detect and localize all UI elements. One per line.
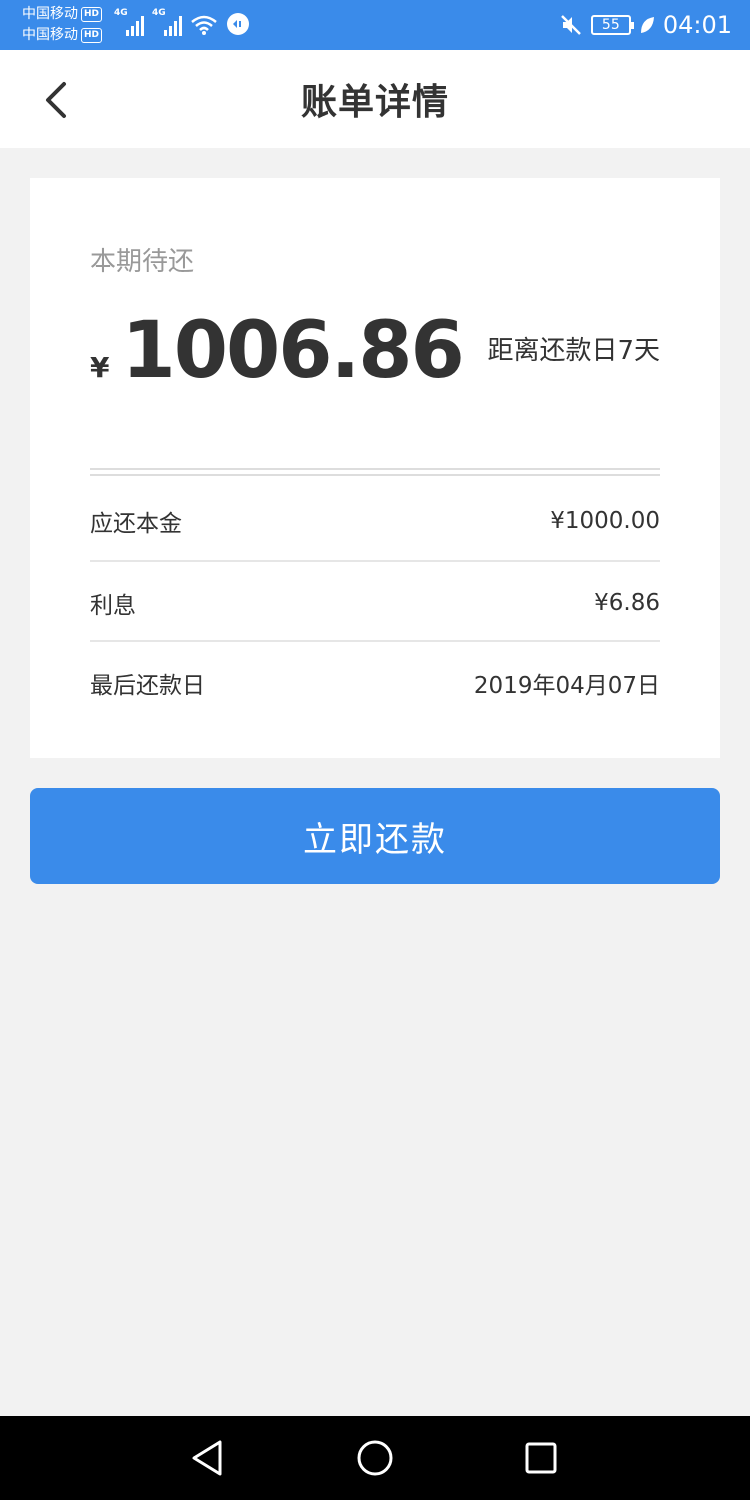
interest-label: 利息 (90, 593, 136, 619)
back-arrow-icon[interactable] (38, 78, 78, 122)
principal-label: 应还本金 (90, 511, 182, 537)
carrier-row-2: 中国移动 HD (22, 25, 103, 46)
network-type: 4G (152, 8, 166, 18)
due-date-label: 最后还款日 (90, 673, 205, 699)
status-bar: 中国移动 HD 中国移动 HD 4G 4G 55 04:01 (0, 0, 750, 50)
vpn-icon (227, 13, 249, 35)
bill-card: 本期待还 ¥ 1006.86 距离还款日7天 应还本金 ¥1000.00 利息 … (30, 178, 720, 758)
currency-symbol: ¥ (90, 351, 110, 384)
hd-badge: HD (81, 28, 103, 43)
signal-icon: 4G (114, 8, 144, 36)
interest-row: 利息 ¥6.86 (90, 563, 660, 643)
pay-now-button[interactable]: 立即还款 (30, 788, 720, 884)
clock: 04:01 (662, 11, 732, 39)
due-label: 本期待还 (90, 247, 195, 277)
interest-value: ¥6.86 (594, 590, 660, 616)
due-date-value: 2019年04月07日 (473, 673, 660, 699)
principal-row: 应还本金 ¥1000.00 (90, 481, 660, 561)
hd-badge: HD (81, 7, 103, 22)
back-triangle-icon[interactable] (186, 1436, 230, 1480)
divider (90, 468, 660, 476)
due-date-row: 最后还款日 2019年04月07日 (90, 643, 660, 723)
network-type: 4G (114, 8, 128, 18)
carrier-row-1: 中国移动 HD (22, 4, 103, 25)
battery-icon: 55 (590, 15, 634, 35)
page-title: 账单详情 (300, 82, 449, 123)
recents-square-icon[interactable] (519, 1436, 563, 1480)
signal-icon: 4G (152, 8, 182, 36)
navigation-bar (0, 1416, 750, 1500)
carrier-name: 中国移动 (22, 27, 78, 43)
status-icons-right: 55 04:01 (559, 10, 732, 40)
carrier-name: 中国移动 (22, 6, 78, 22)
amount-display: ¥ 1006.86 (90, 306, 465, 396)
principal-value: ¥1000.00 (550, 508, 660, 534)
home-circle-icon[interactable] (353, 1436, 397, 1480)
wifi-icon (191, 15, 217, 35)
leaf-icon (640, 17, 654, 33)
days-left: 距离还款日7天 (487, 336, 660, 366)
carrier-info: 中国移动 HD 中国移动 HD (22, 4, 103, 46)
status-icons-left: 4G 4G (114, 8, 250, 36)
divider (90, 640, 660, 642)
divider (90, 560, 660, 562)
due-amount: 1006.86 (121, 306, 464, 396)
mute-icon (560, 15, 581, 35)
app-header: 账单详情 (0, 50, 750, 148)
